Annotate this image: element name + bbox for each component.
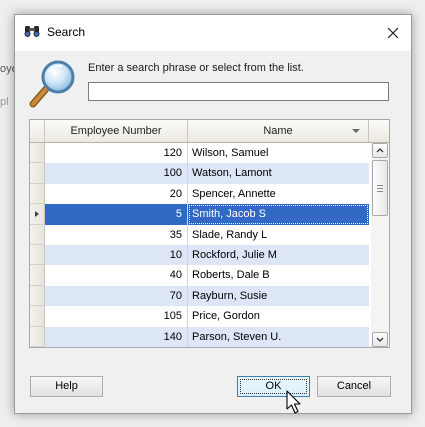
search-input[interactable]	[88, 82, 389, 101]
ok-button-label: OK	[265, 380, 282, 392]
cell-name[interactable]: Slade, Randy L	[188, 225, 369, 245]
table-row[interactable]: 105 Price, Gordon	[30, 306, 369, 327]
cell-name[interactable]: Smith, Jacob S	[188, 204, 369, 225]
vertical-scrollbar[interactable]	[371, 143, 389, 347]
close-icon[interactable]	[381, 21, 405, 45]
chevron-down-icon	[376, 337, 384, 342]
binoculars-icon	[24, 26, 40, 37]
cell-employee-number[interactable]: 20	[45, 183, 188, 205]
current-row-arrow-icon	[35, 211, 39, 218]
table-row[interactable]: 100 Watson, Lamont	[30, 163, 369, 184]
cell-employee-number[interactable]: 70	[45, 285, 188, 307]
row-indicator[interactable]	[30, 224, 45, 245]
cell-employee-number[interactable]: 105	[45, 306, 188, 327]
column-header-employee-number[interactable]: Employee Number	[45, 120, 188, 142]
cell-name[interactable]: Price, Gordon	[188, 306, 369, 326]
table-row[interactable]: 10 Rockford, Julie M	[30, 244, 369, 266]
column-header-name[interactable]: Name	[188, 120, 369, 142]
search-dialog: Search Enter a search phrase or select f…	[14, 14, 412, 414]
row-indicator[interactable]	[30, 306, 45, 327]
cell-name[interactable]: Spencer, Annette	[188, 184, 369, 204]
table-row[interactable]: 70 Rayburn, Susie	[30, 285, 369, 307]
scroll-up-button[interactable]	[372, 143, 388, 158]
row-indicator[interactable]	[30, 204, 45, 225]
cancel-button[interactable]: Cancel	[317, 376, 391, 397]
cell-employee-number[interactable]: 5	[45, 204, 188, 225]
table-row[interactable]: 140 Parson, Steven U.	[30, 326, 369, 347]
row-indicator-header	[30, 120, 45, 142]
row-indicator[interactable]	[30, 143, 45, 164]
search-prompt: Enter a search phrase or select from the…	[88, 62, 304, 74]
row-indicator[interactable]	[30, 244, 45, 266]
table-row-selected[interactable]: 5 Smith, Jacob S	[30, 204, 369, 225]
grip-line	[377, 191, 383, 192]
cell-employee-number[interactable]: 100	[45, 163, 188, 184]
grid-header: Employee Number Name	[30, 120, 389, 143]
cell-employee-number[interactable]: 140	[45, 326, 188, 347]
magnifier-icon	[29, 60, 75, 108]
cell-employee-number[interactable]: 35	[45, 224, 188, 245]
sort-dropdown-icon[interactable]	[352, 129, 360, 133]
row-indicator[interactable]	[30, 326, 45, 347]
row-indicator[interactable]	[30, 183, 45, 205]
cell-employee-number[interactable]: 10	[45, 244, 188, 266]
row-indicator[interactable]	[30, 285, 45, 307]
cell-name[interactable]: Roberts, Dale B	[188, 265, 369, 285]
scrollbar-thumb[interactable]	[372, 160, 388, 216]
table-row[interactable]: 40 Roberts, Dale B	[30, 265, 369, 286]
grip-line	[377, 188, 383, 189]
table-row[interactable]: 120 Wilson, Samuel	[30, 143, 369, 164]
scroll-down-button[interactable]	[372, 332, 388, 347]
help-button[interactable]: Help	[30, 376, 103, 397]
table-row[interactable]: 35 Slade, Randy L	[30, 224, 369, 245]
cell-name[interactable]: Rockford, Julie M	[188, 244, 369, 266]
title-bar: Search	[15, 15, 411, 51]
cell-name[interactable]: Parson, Steven U.	[188, 326, 369, 347]
grip-line	[377, 185, 383, 186]
cell-employee-number[interactable]: 120	[45, 143, 188, 164]
employee-grid: Employee Number Name 120 Wilson, Samuel …	[29, 119, 390, 348]
chevron-up-icon	[376, 148, 384, 153]
cell-name[interactable]: Rayburn, Susie	[188, 285, 369, 307]
row-indicator[interactable]	[30, 265, 45, 286]
mouse-pointer-icon	[286, 390, 301, 414]
cell-employee-number[interactable]: 40	[45, 265, 188, 286]
cell-name[interactable]: Wilson, Samuel	[188, 143, 369, 163]
row-indicator[interactable]	[30, 163, 45, 184]
dialog-title: Search	[47, 25, 86, 39]
header-filler	[369, 120, 389, 142]
grid-rows: 120 Wilson, Samuel 100 Watson, Lamont 20…	[30, 143, 369, 347]
table-row[interactable]: 20 Spencer, Annette	[30, 183, 369, 205]
column-header-name-label: Name	[263, 125, 293, 137]
cell-name[interactable]: Watson, Lamont	[188, 163, 369, 184]
background-text-fragment: pl	[0, 96, 9, 108]
